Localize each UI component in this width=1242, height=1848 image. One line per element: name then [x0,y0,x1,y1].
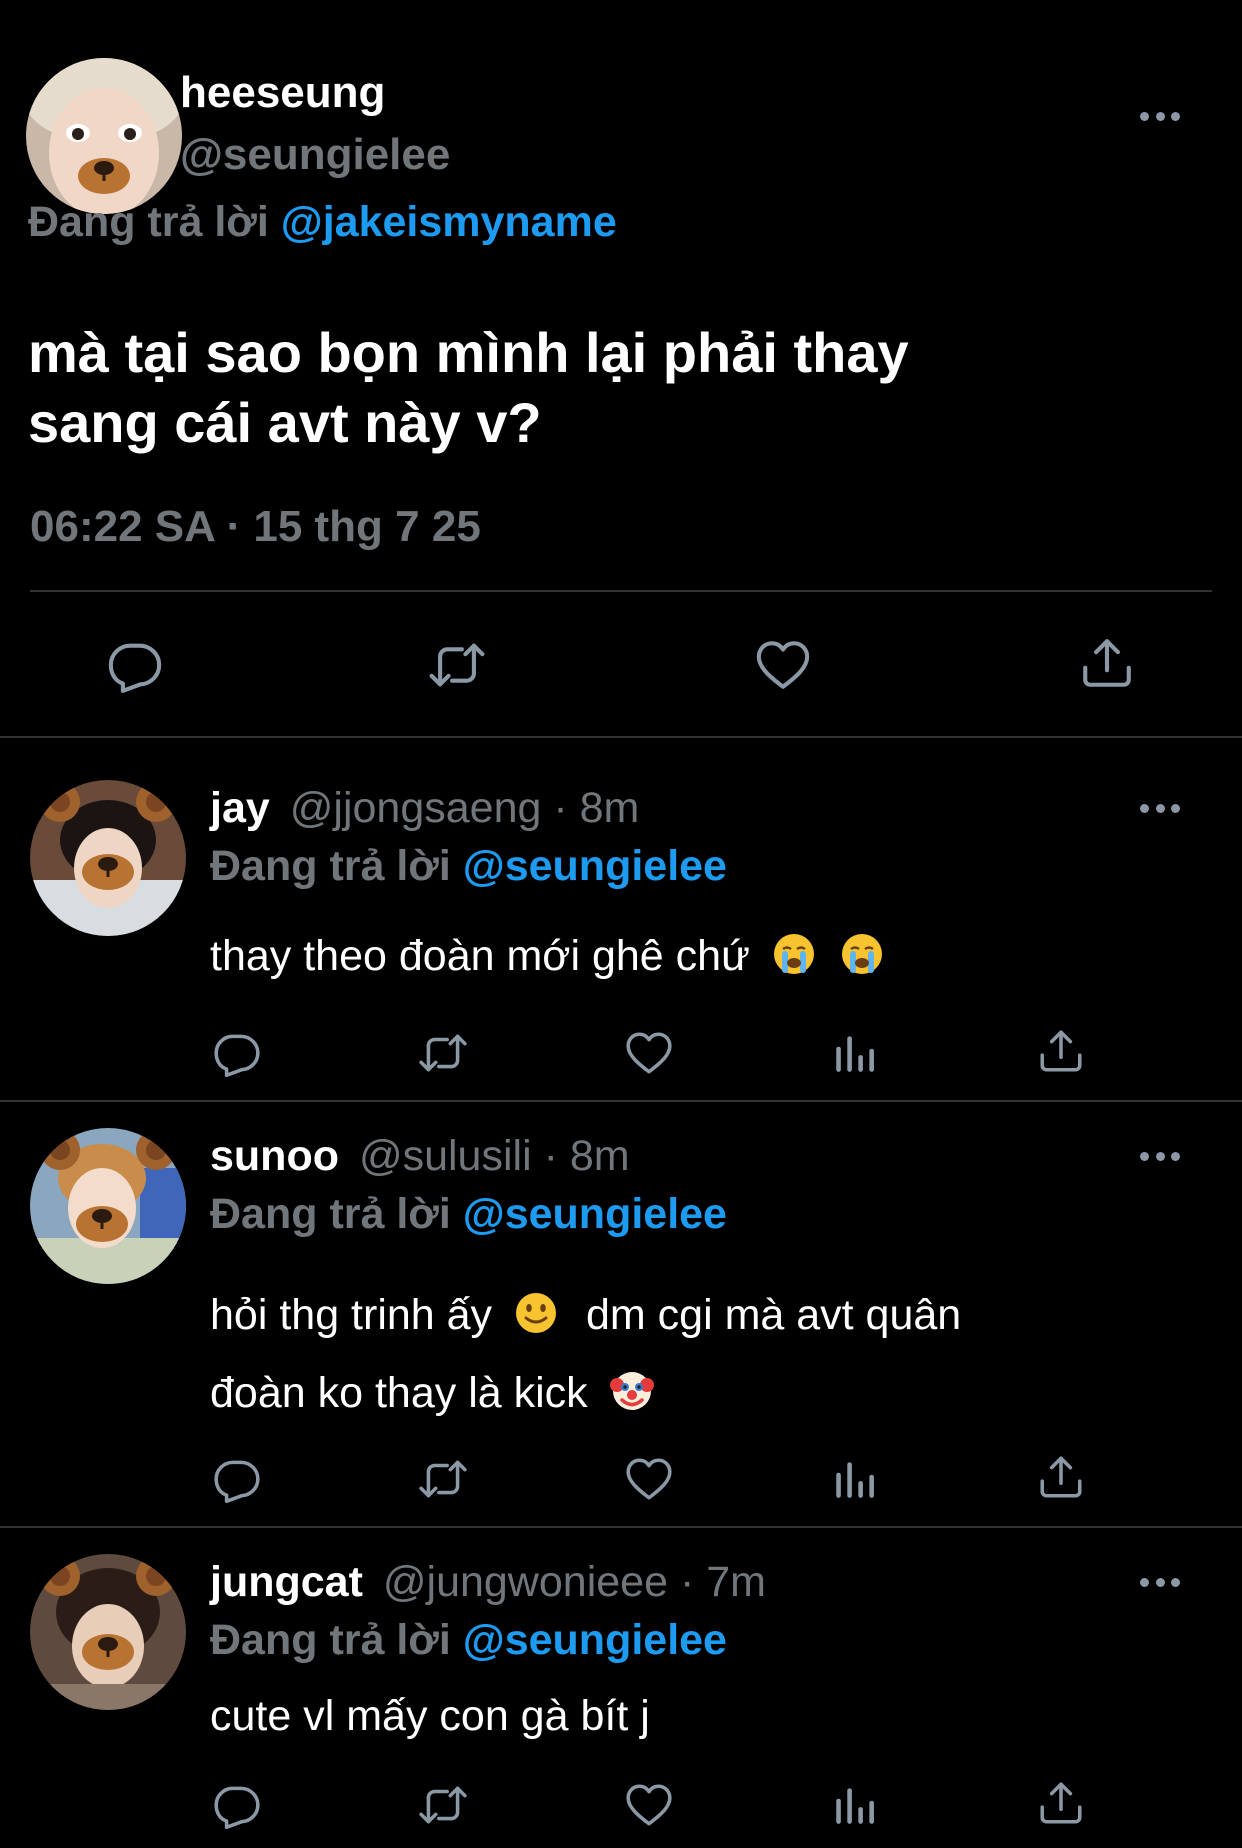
reply-time[interactable]: · 8m [544,1132,630,1180]
replying-prefix: Đang trả lời [28,198,269,246]
reply-time[interactable]: · 8m [553,784,639,832]
reply-text-segment: dm cgi mà avt quân [585,1291,962,1339]
replying-to-link[interactable]: @seungielee [463,1190,727,1238]
replying-to-line: Đang trả lời @seungielee [210,1616,727,1665]
reply-text: cute vl mấy con gà bít j [210,1692,650,1740]
replying-prefix: Đang trả lời [210,1190,451,1238]
replying-prefix: Đang trả lời [210,1616,451,1664]
tweet-text: mà tại sao bọn mình lại phải thay sang c… [28,318,909,458]
loudly-crying-face-emoji [773,934,814,974]
display-name[interactable]: sunoo [210,1132,339,1180]
avatar[interactable] [30,780,186,936]
avatar-image [30,1554,186,1710]
reply-text: thay theo đoàn mới ghê chứ [210,928,884,984]
share-icon[interactable] [1036,1778,1086,1828]
reply-icon[interactable] [212,1454,262,1504]
dot-icon [1171,803,1180,813]
clown-face-emoji [609,1372,654,1410]
more-options-button[interactable] [1140,1150,1180,1162]
reply-text-segment: đoàn ko thay là kick [210,1369,588,1417]
replying-prefix: Đang trả lời [210,842,451,890]
dot-icon [1171,1577,1180,1587]
more-options-button[interactable] [1140,110,1180,122]
loudly-crying-face-emoji [841,934,882,974]
display-name[interactable]: heeseung [180,68,385,118]
dot-icon [1155,803,1165,813]
views-icon[interactable] [830,1454,880,1504]
divider [0,1526,1242,1528]
replying-to-line: Đang trả lời @seungielee [210,842,727,891]
tweet-text-line: sang cái avt này v? [28,391,542,454]
dot-icon [1155,1577,1165,1587]
reply-text-line: đoàn ko thay là kick [210,1354,961,1432]
tweet-text-line: mà tại sao bọn mình lại phải thay [28,321,909,384]
avatar-image [26,58,182,214]
views-icon[interactable] [830,1780,880,1830]
tweet-timestamp[interactable]: 06:22 SA · 15 thg 7 25 [30,502,481,552]
more-options-button[interactable] [1140,1576,1180,1588]
reply-time[interactable]: · 7m [680,1558,766,1606]
more-options-button[interactable] [1140,802,1180,814]
handle[interactable]: @sulusili [359,1132,532,1180]
retweet-icon[interactable] [428,636,486,694]
dot-icon [1140,803,1149,813]
dot-icon [1140,111,1149,121]
reply-text: hỏi thg trinh ấy dm cgi mà avt quân đoàn… [210,1276,961,1432]
divider [0,736,1242,738]
avatar-image [30,780,186,936]
divider [30,590,1212,592]
avatar[interactable] [30,1554,186,1710]
retweet-icon[interactable] [418,1028,468,1078]
like-icon[interactable] [754,636,812,694]
handle[interactable]: @jjongsaeng [290,784,542,832]
like-icon[interactable] [624,1780,674,1830]
reply-icon[interactable] [212,1028,262,1078]
display-name[interactable]: jay [210,784,270,832]
display-name[interactable]: jungcat [210,1558,363,1606]
reply-text-line: hỏi thg trinh ấy dm cgi mà avt quân [210,1276,961,1354]
replying-to-link[interactable]: @seungielee [463,842,727,890]
dot-icon [1155,1151,1165,1161]
dot-icon [1171,1151,1180,1161]
retweet-icon[interactable] [418,1454,468,1504]
dot-icon [1140,1151,1149,1161]
like-icon[interactable] [624,1028,674,1078]
avatar[interactable] [30,1128,186,1284]
replying-to-line: Đang trả lời @seungielee [210,1190,727,1239]
share-icon[interactable] [1036,1452,1086,1502]
reply-text-line: thay theo đoàn mới ghê chứ [210,932,750,980]
reply-header: jay @jjongsaeng · 8m [210,784,639,833]
avatar[interactable] [26,58,182,214]
reply-icon[interactable] [106,636,164,694]
views-icon[interactable] [830,1028,880,1078]
dot-icon [1171,111,1180,121]
reply-header: sunoo @sulusili · 8m [210,1132,630,1181]
replying-to-line: Đang trả lời @jakeismyname [28,198,617,247]
share-icon[interactable] [1036,1026,1086,1076]
replying-to-link[interactable]: @jakeismyname [281,198,617,246]
handle[interactable]: @seungielee [180,130,450,180]
divider [0,1100,1242,1102]
slightly-smiling-face-emoji [516,1293,557,1333]
handle[interactable]: @jungwonieee [383,1558,668,1606]
like-icon[interactable] [624,1454,674,1504]
avatar-image [30,1128,186,1284]
retweet-icon[interactable] [418,1780,468,1830]
reply-header: jungcat @jungwonieee · 7m [210,1558,766,1607]
reply-icon[interactable] [212,1780,262,1830]
dot-icon [1155,111,1165,121]
share-icon[interactable] [1078,634,1136,692]
replying-to-link[interactable]: @seungielee [463,1616,727,1664]
reply-text-segment: hỏi thg trinh ấy [210,1291,493,1339]
dot-icon [1140,1577,1149,1587]
